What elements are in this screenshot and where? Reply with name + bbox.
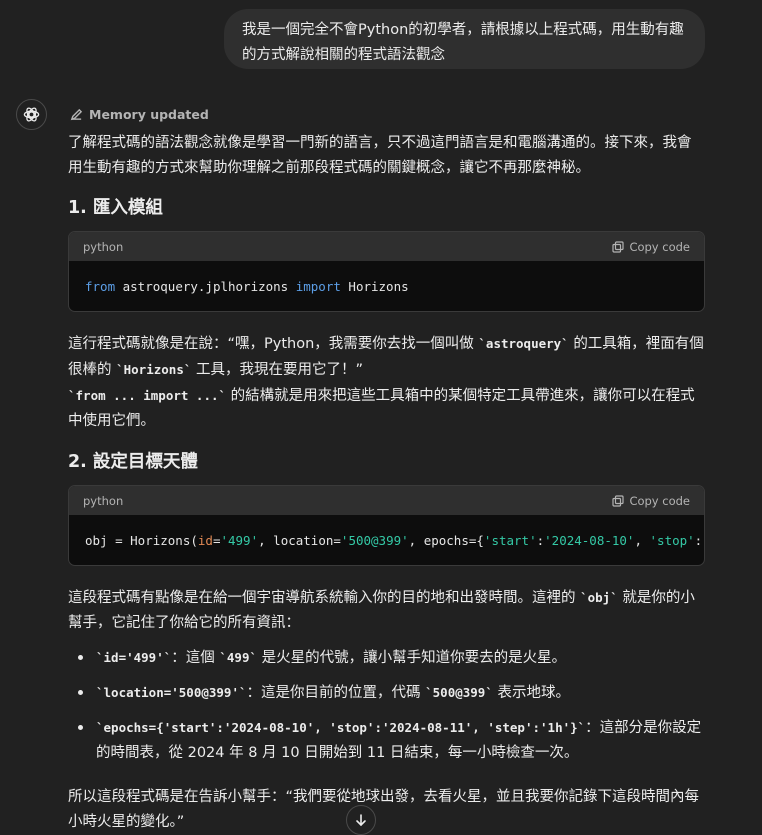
code-token: = (212, 532, 221, 548)
intro-paragraph: 了解程式碼的語法觀念就像是學習一門新的語言，只不過這門語言是和電腦溝通的。接下來… (68, 135, 692, 176)
code-token: : (694, 532, 703, 548)
code-token: , epochs={ (408, 532, 484, 548)
code-token: '2024-08-10' (544, 532, 635, 548)
inline-code: `499` (219, 650, 258, 665)
scroll-down-button[interactable] (346, 805, 376, 835)
code-content[interactable]: obj = Horizons(id = '499', location= '500@3… (69, 515, 704, 565)
code-token: id (197, 532, 213, 548)
copy-icon (612, 494, 625, 507)
code-token: obj = Horizons( (85, 532, 198, 548)
code-token: , location= (258, 532, 341, 548)
code-token: : (536, 532, 545, 548)
code-block-import: python Copy code from astroquery.jplhori… (68, 231, 705, 312)
copy-code-button[interactable]: Copy code (612, 240, 690, 254)
code-header: python Copy code (69, 232, 704, 261)
text-span: 表示地球。 (497, 685, 570, 701)
inline-code: `500@399` (425, 685, 493, 700)
section1-paragraph-1: 這行程式碼就像是在說：“嘿，Python，我需要你去找一個叫做 `astroqu… (68, 331, 705, 383)
copy-code-label: Copy code (629, 493, 690, 508)
user-message-text: 我是一個完全不會Python的初學者，請根據以上程式碼，用生動有趣的方式解說相關… (242, 22, 684, 63)
code-token: 'start' (483, 532, 537, 548)
code-token: import (295, 278, 341, 294)
user-message-bubble: 我是一個完全不會Python的初學者，請根據以上程式碼，用生動有趣的方式解說相關… (224, 9, 705, 69)
text-span: 這段程式碼有點像是在給一個宇宙導航系統輸入你的目的地和出發時間。這裡的 (68, 590, 576, 606)
assistant-avatar (16, 99, 47, 130)
inline-code: `epochs={'start':'2024-08-10', 'stop':'2… (96, 720, 586, 735)
list-item: `location='500@399'`：這是你目前的位置，代碼 `500@39… (68, 680, 705, 706)
code-header: python Copy code (69, 486, 704, 515)
arrow-down-icon (356, 814, 366, 827)
code-token: '500@399' (340, 532, 409, 548)
list-item: `epochs={'start':'2024-08-10', 'stop':'2… (68, 715, 705, 766)
code-token: , (634, 532, 650, 548)
copy-code-button[interactable]: Copy code (612, 494, 690, 508)
memory-pencil-icon (70, 107, 84, 121)
text-span: ：這是你目前的位置，代碼 (246, 685, 421, 701)
copy-icon (612, 240, 625, 253)
inline-code: `location='500@399'` (96, 685, 247, 700)
list-item: `id='499'`：這個 `499` 是火星的代號，讓小幫手知道你要去的是火星… (68, 645, 705, 671)
openai-logo-icon (23, 107, 40, 122)
text-span: 工具，我現在要用它了！” (195, 362, 363, 378)
assistant-response: 了解程式碼的語法觀念就像是學習一門新的語言，只不過這門語言是和電腦溝通的。接下來… (68, 131, 705, 835)
code-language-label: python (83, 493, 124, 508)
code-token: '499' (220, 532, 259, 548)
code-block-horizons: python Copy code obj = Horizons(id = '499'… (68, 485, 705, 566)
section1-heading: 1. 匯入模組 (68, 198, 163, 218)
code-token: astroquery.jplhorizons (115, 278, 296, 294)
inline-code: `astroquery` (478, 336, 569, 351)
code-language-label: python (83, 239, 124, 254)
section2-paragraph-1: 這段程式碼有點像是在給一個宇宙導航系統輸入你的目的地和出發時間。這裡的 `obj… (68, 585, 705, 636)
inline-code: `id='499'` (96, 650, 172, 665)
code-token: 'stop' (649, 532, 695, 548)
text-span: ：這個 (171, 650, 215, 666)
section2-heading: 2. 設定目標天體 (68, 452, 198, 472)
memory-updated-indicator[interactable]: Memory updated (70, 105, 209, 123)
param-list: `id='499'`：這個 `499` 是火星的代號，讓小幫手知道你要去的是火星… (68, 645, 705, 766)
code-token: Horizons (340, 278, 409, 294)
code-content: from astroquery.jplhorizons import Horiz… (69, 261, 704, 311)
memory-label: Memory updated (89, 106, 209, 122)
inline-code: `obj` (580, 590, 618, 605)
copy-code-label: Copy code (629, 239, 690, 254)
inline-code: `Horizons` (116, 362, 192, 377)
conclusion-paragraph: 所以這段程式碼是在告訴小幫手：“我們要從地球出發，去看火星，並且我要你記錄下這段… (68, 789, 700, 830)
section1-paragraph-2: `from ... import ...` 的結構就是用來把這些工具箱中的某個特… (68, 383, 705, 434)
text-span: 是火星的代號，讓小幫手知道你要去的是火星。 (261, 650, 567, 666)
code-token: from (85, 278, 116, 294)
text-span: 這行程式碼就像是在說：“嘿，Python，我需要你去找一個叫做 (68, 336, 474, 352)
inline-code: `from ... import ...` (68, 388, 227, 403)
